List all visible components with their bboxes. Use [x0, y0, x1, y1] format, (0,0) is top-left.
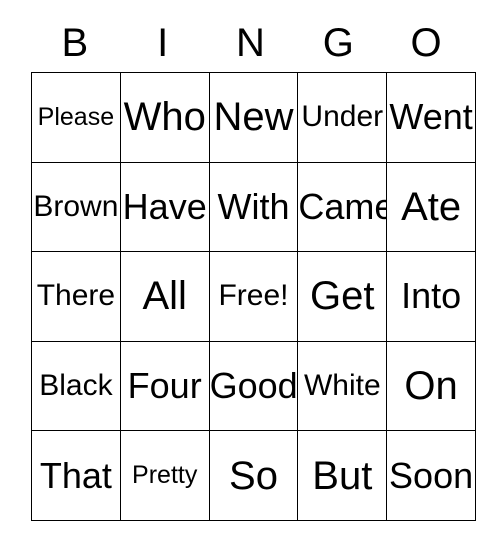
bingo-cell-label: So [229, 453, 278, 498]
bingo-cell[interactable]: That [31, 430, 121, 521]
bingo-cell[interactable]: Pretty [119, 430, 210, 521]
bingo-cell-label: Please [37, 102, 115, 131]
bingo-free-space-label: Free! [218, 279, 289, 313]
bingo-cell-label: But [312, 453, 373, 498]
bingo-cell[interactable]: Good [208, 340, 299, 432]
bingo-cell[interactable]: Into [386, 251, 476, 342]
bingo-cell-label: Soon [389, 454, 474, 496]
bingo-cell-label: Pretty [132, 461, 198, 490]
bingo-header-letter-i: I [157, 21, 169, 65]
bingo-cell[interactable]: New [208, 72, 299, 163]
bingo-row: Please Who New Under Went [31, 72, 476, 163]
bingo-cell[interactable]: There [31, 251, 121, 342]
bingo-cell[interactable]: On [386, 340, 476, 432]
bingo-cell-label: On [404, 364, 458, 409]
bingo-row: That Pretty So But Soon [31, 430, 476, 521]
bingo-cell-label: There [36, 279, 116, 313]
bingo-cell[interactable]: Came [297, 161, 388, 253]
bingo-card: B I N G O Please Who New Under Went Brow… [31, 14, 476, 521]
bingo-header-letter-b: B [61, 21, 89, 65]
bingo-cell-label: Get [310, 274, 375, 319]
bingo-cell[interactable]: But [297, 430, 388, 521]
bingo-cell[interactable]: So [208, 430, 299, 521]
bingo-cell[interactable]: Soon [386, 430, 476, 521]
bingo-cell-label: With [217, 185, 290, 227]
bingo-cell-label: All [142, 274, 187, 319]
bingo-cell-label: Went [389, 96, 473, 138]
bingo-cell-label: Black [39, 369, 113, 403]
bingo-cell-label: Ate [401, 184, 462, 229]
bingo-cell[interactable]: Have [119, 161, 210, 253]
bingo-header-letter-o: O [410, 21, 442, 65]
bingo-cell-label: Into [401, 275, 462, 317]
bingo-cell[interactable]: White [297, 340, 388, 432]
bingo-cell[interactable]: With [208, 161, 299, 253]
bingo-row: Black Four Good White On [31, 340, 476, 432]
bingo-cell[interactable]: Who [119, 72, 210, 163]
bingo-cell-label: White [303, 369, 381, 403]
bingo-row: Brown Have With Came Ate [31, 161, 476, 253]
bingo-cell[interactable]: Under [297, 72, 388, 163]
bingo-cell[interactable]: Get [297, 251, 388, 342]
bingo-cell[interactable]: All [119, 251, 210, 342]
bingo-grid: Please Who New Under Went Brown Have Wit… [31, 72, 476, 521]
bingo-cell-label: Who [123, 95, 206, 140]
bingo-cell-label: That [39, 454, 112, 496]
bingo-cell-label: Brown [33, 189, 119, 223]
bingo-cell-label: Under [301, 100, 384, 134]
bingo-cell-label: New [213, 95, 294, 140]
bingo-row: There All Free! Get Into [31, 251, 476, 342]
bingo-header-letter-n: N [236, 21, 265, 65]
bingo-cell[interactable]: Four [119, 340, 210, 432]
bingo-cell[interactable]: Ate [386, 161, 476, 253]
bingo-header-letter-g: G [322, 21, 354, 65]
bingo-header-row: B I N G O [31, 14, 470, 72]
bingo-cell-label: Came [298, 185, 387, 227]
bingo-cell[interactable]: Black [31, 340, 121, 432]
bingo-cell[interactable]: Went [386, 72, 476, 163]
bingo-cell-label: Have [122, 185, 207, 227]
bingo-cell[interactable]: Please [31, 72, 121, 163]
bingo-cell-label: Four [127, 365, 202, 407]
bingo-cell[interactable]: Brown [31, 161, 121, 253]
bingo-cell-label: Good [209, 365, 298, 407]
bingo-cell-free-space[interactable]: Free! [208, 251, 299, 342]
